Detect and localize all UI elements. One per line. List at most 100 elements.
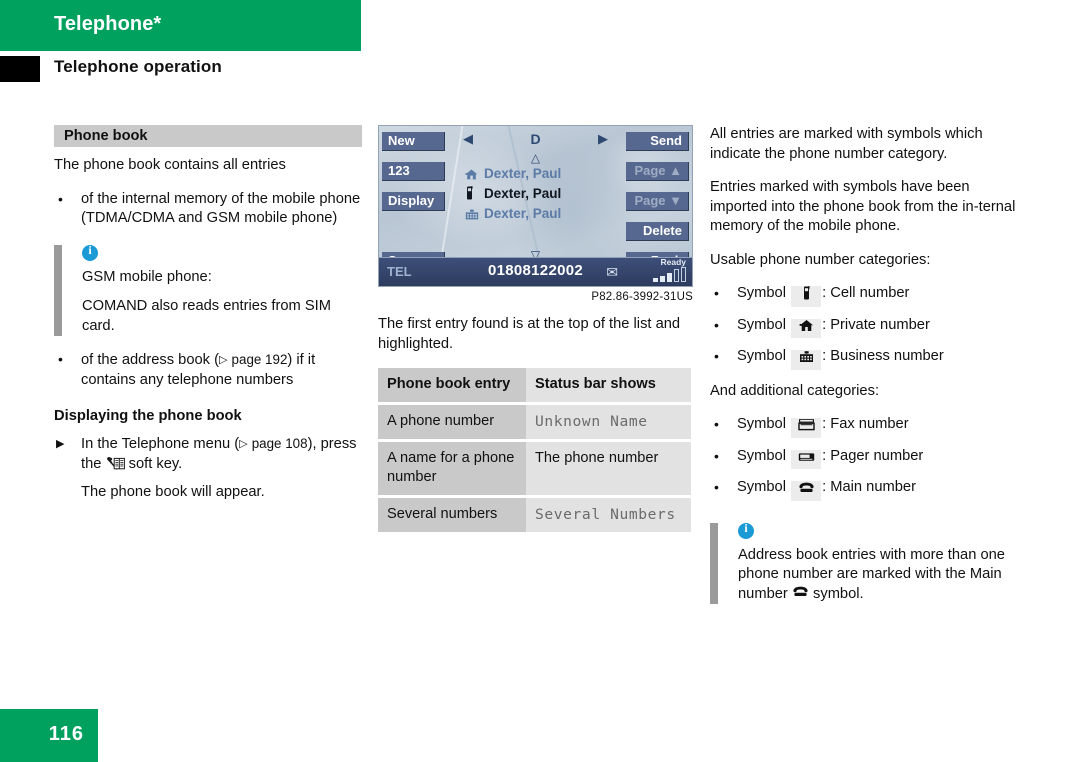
symbol-label: Symbol <box>737 447 786 464</box>
table-cell-entry: Several numbers <box>378 496 526 532</box>
step-result: The phone book will appear. <box>81 484 265 500</box>
page-title: Telephone* <box>54 13 162 35</box>
phonebook-entry-cell-selected[interactable]: Dexter, Paul <box>465 185 625 203</box>
table-cell-entry: A name for a phone number <box>378 440 526 498</box>
building-icon <box>465 208 481 223</box>
figure-caption: P82.86-3992-31US <box>591 291 693 303</box>
bullet-icon: • <box>714 479 719 495</box>
symbol-suffix: : Business number <box>822 348 944 364</box>
house-icon <box>465 168 481 183</box>
symbol-suffix: : Fax number <box>822 416 909 432</box>
status-ready-label: Ready <box>660 257 686 267</box>
usable-categories-list: • Symbol : Cell number • Symbol : Privat… <box>710 284 1028 370</box>
note-text: Address book entries with more than one … <box>738 546 1028 605</box>
note-line: GSM mobile phone: <box>82 268 212 285</box>
right-paragraph-2: Entries marked with symbols have been im… <box>710 179 1016 234</box>
right-column: All entries are marked with symbols whic… <box>710 125 1028 618</box>
status-bar-table: Phone book entry Status bar shows A phon… <box>378 368 691 532</box>
page-reference: page 108 <box>251 436 308 451</box>
cellphone-icon <box>791 285 822 307</box>
screen-button-delete[interactable]: Delete <box>626 222 689 241</box>
middle-column: New 123 Display Save Send Page ▲ Page ▼ … <box>378 125 693 532</box>
instruction-step: ▶ In the Telephone menu (▷ page 108), pre… <box>54 434 362 477</box>
note-text-after: symbol. <box>813 585 864 602</box>
list-item-label: of the internal memory of the mobile pho… <box>81 190 361 227</box>
bullet-icon: • <box>714 447 719 464</box>
list-item: • Symbol : Private number <box>710 316 1028 338</box>
building-icon <box>791 350 822 370</box>
info-icon <box>738 521 754 539</box>
bullet-icon: • <box>714 416 719 432</box>
telephone-icon <box>792 586 813 602</box>
current-letter: D <box>530 131 541 147</box>
table-cell-status: Several Numbers <box>526 496 691 532</box>
envelope-icon: ✉ <box>606 264 618 280</box>
screen-button-page-down[interactable]: Page ▼ <box>626 192 689 211</box>
signal-bars-icon <box>653 267 686 282</box>
list-item-prefix: of the address book ( <box>81 352 219 368</box>
list-item: • Symbol : Main number <box>710 478 1028 501</box>
list-item: • Symbol : Business number <box>710 347 1028 370</box>
entry-name: Dexter, Paul <box>484 166 562 181</box>
list-item: • of the address book (▷ page 192) if it … <box>54 350 362 390</box>
bullet-icon: • <box>714 285 719 301</box>
cellphone-icon <box>465 185 481 203</box>
info-note-gsm: GSM mobile phone: COMAND also reads entr… <box>54 243 362 336</box>
table-row: A name for a phone number The phone numb… <box>378 440 691 498</box>
intro-paragraph: The phone book contains all entries <box>54 157 286 173</box>
telephone-icon <box>791 481 822 501</box>
phonebook-entry-private[interactable]: Dexter, Paul <box>465 166 625 183</box>
symbol-label: Symbol <box>737 348 786 364</box>
manual-page: Telephone* Telephone operation Phone boo… <box>0 0 1080 762</box>
status-phone-number: 01808122002 <box>487 262 584 279</box>
bullet-icon: • <box>58 351 63 367</box>
symbol-label: Symbol <box>737 285 786 301</box>
table-header-row: Phone book entry Status bar shows <box>378 368 691 405</box>
info-note-address-book: Address book entries with more than one … <box>710 521 1028 605</box>
phone-book-source-list-2: • of the address book (▷ page 192) if it … <box>54 350 362 390</box>
symbol-suffix: : Pager number <box>822 447 924 464</box>
symbol-suffix: : Cell number <box>822 285 910 301</box>
step-arrow-icon: ▶ <box>56 438 65 450</box>
step-tail: soft key. <box>128 455 183 472</box>
table-row: A phone number Unknown Name <box>378 403 691 442</box>
note-text-before: Address book entries with more than one … <box>738 546 1005 602</box>
screen-button-display[interactable]: Display <box>382 192 445 211</box>
additional-categories-list: • Symbol : Fax number • Symbol : Pager n… <box>710 415 1028 501</box>
section-heading-phone-book: Phone book <box>54 125 362 147</box>
page-ref-triangle-icon: ▷ <box>218 354 228 366</box>
step-prefix: In the Telephone menu ( <box>81 436 240 452</box>
note-accent-bar <box>54 244 62 336</box>
comand-screen: New 123 Display Save Send Page ▲ Page ▼ … <box>378 125 693 287</box>
page-number: 116 <box>48 723 84 745</box>
right-paragraph-4: And additional categories: <box>710 382 880 399</box>
list-item: • Symbol : Fax number <box>710 415 1028 438</box>
right-paragraph-3: Usable phone number categories: <box>710 251 931 268</box>
bullet-icon: • <box>714 348 719 364</box>
bullet-icon: • <box>714 316 719 333</box>
page-header-banner: Telephone* <box>0 0 361 51</box>
symbol-label: Symbol <box>737 479 786 495</box>
note-line: COMAND also reads entries from SIM card. <box>82 298 331 334</box>
page-ref-triangle-icon: ▷ <box>239 438 248 450</box>
house-icon <box>791 318 822 338</box>
phonebook-softkey-icon <box>106 456 125 478</box>
symbol-suffix: : Main number <box>822 479 916 495</box>
table-header-entry: Phone book entry <box>378 368 526 405</box>
info-icon <box>82 243 98 261</box>
fax-icon <box>791 418 822 438</box>
triangle-up-outline-icon[interactable]: △ <box>379 151 692 165</box>
table-cell-entry: A phone number <box>378 403 526 442</box>
screen-status-bar: TEL 01808122002 ✉ Ready <box>379 257 692 286</box>
subheading-displaying-phone-book: Displaying the phone book <box>54 408 242 424</box>
entry-name: Dexter, Paul <box>484 206 562 221</box>
page-reference: page 192 <box>231 352 288 367</box>
phonebook-entry-business[interactable]: Dexter, Paul <box>465 206 625 223</box>
symbol-suffix: : Private number <box>822 316 930 333</box>
table-cell-status: Unknown Name <box>526 403 691 442</box>
table-header-status: Status bar shows <box>526 368 691 405</box>
table-row: Several numbers Several Numbers <box>378 496 691 532</box>
page-number-banner: 116 <box>0 709 98 762</box>
header-black-marker <box>0 56 40 82</box>
right-paragraph-1: All entries are marked with symbols whic… <box>710 126 983 162</box>
